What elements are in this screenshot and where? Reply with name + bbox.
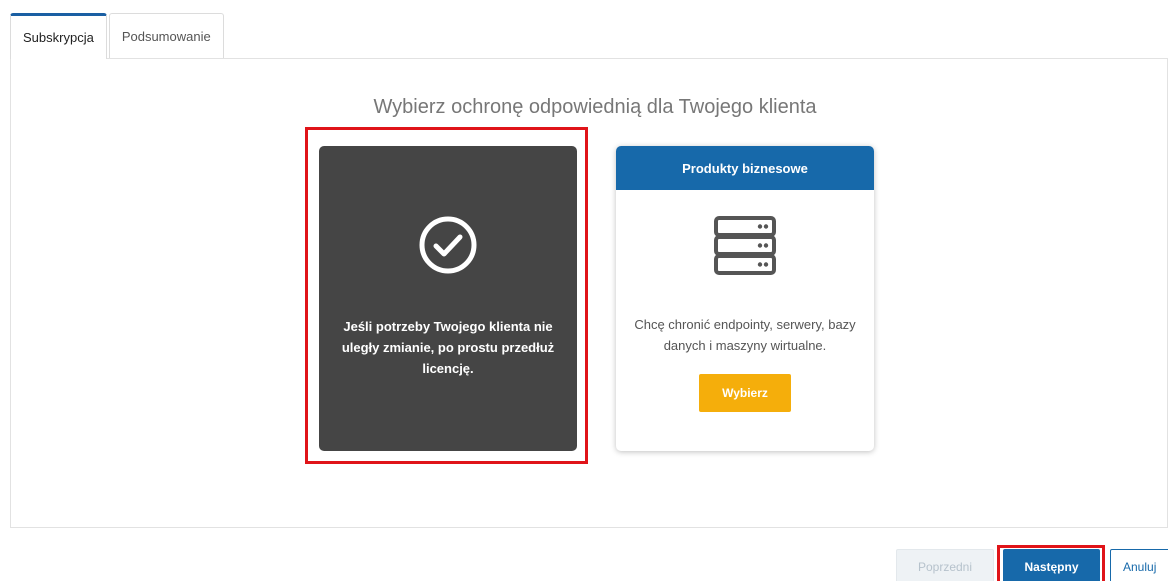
cancel-button[interactable]: Anuluj xyxy=(1110,549,1168,581)
next-button[interactable]: Następny xyxy=(1003,549,1100,581)
business-card-title: Produkty biznesowe xyxy=(616,146,874,190)
renew-message: Jeśli potrzeby Twojego klienta nie uległ… xyxy=(341,319,555,376)
business-products-card[interactable]: Produkty biznesowe Chcę chronić endpoint… xyxy=(616,146,874,451)
tab-bar: Subskrypcja Podsumowanie xyxy=(10,13,226,59)
tab-subskrypcja[interactable]: Subskrypcja xyxy=(10,13,107,59)
tab-podsumowanie[interactable]: Podsumowanie xyxy=(108,13,224,59)
server-icon xyxy=(714,216,776,275)
check-circle-icon xyxy=(419,216,477,274)
page-heading: Wybierz ochronę odpowiednią dla Twojego … xyxy=(373,96,817,118)
renew-license-card[interactable]: Jeśli potrzeby Twojego klienta nie uległ… xyxy=(319,146,577,451)
business-card-description: Chcę chronić endpointy, serwery, bazy da… xyxy=(634,317,856,353)
previous-button[interactable]: Poprzedni xyxy=(896,549,994,581)
tab-panel xyxy=(10,58,1168,528)
select-button[interactable]: Wybierz xyxy=(699,374,791,412)
